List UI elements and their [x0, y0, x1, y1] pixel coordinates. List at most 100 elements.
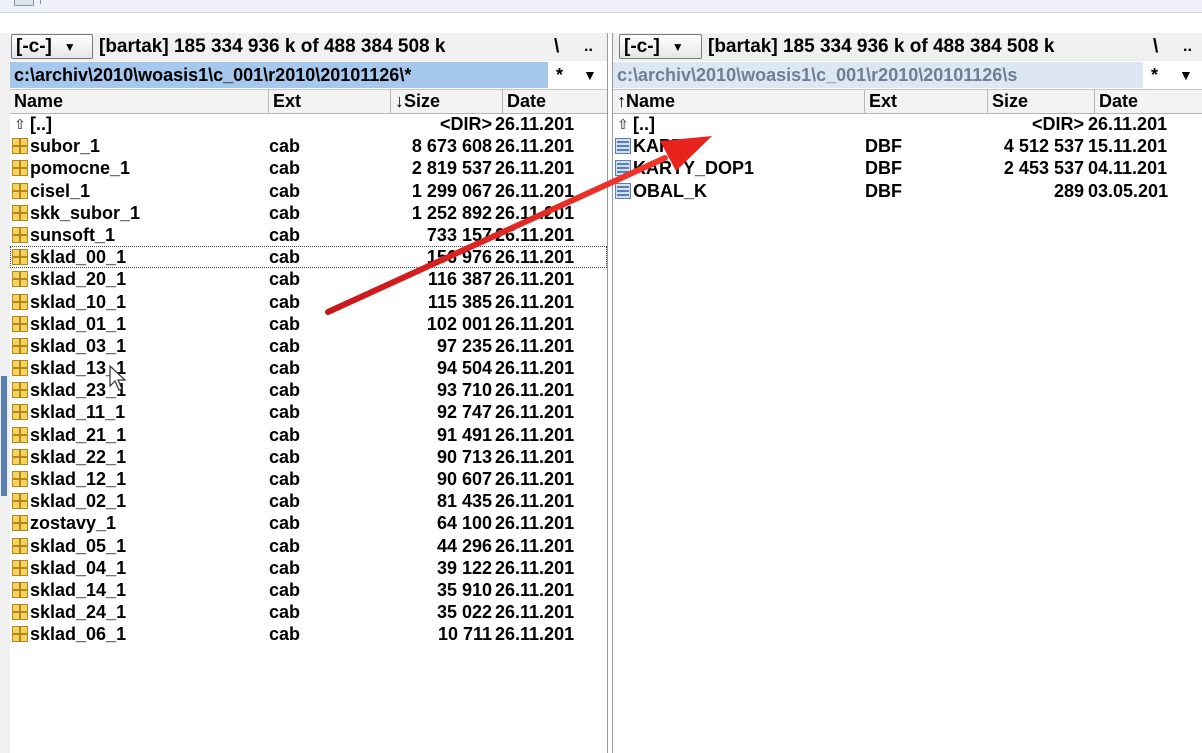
file-row[interactable]: sklad_11_1 cab 92 747 26.11.201 — [10, 401, 607, 423]
cab-file-icon — [12, 293, 28, 310]
file-row[interactable]: sklad_12_1 cab 90 607 26.11.201 — [10, 468, 607, 490]
file-size: 156 976 — [426, 247, 492, 268]
file-row[interactable]: sklad_03_1 cab 97 235 26.11.201 — [10, 335, 607, 357]
file-name-cell: zostavy_1 — [12, 512, 267, 534]
up-folder-icon: ⇧ — [617, 116, 629, 132]
file-date: 26.11.201 — [495, 469, 575, 489]
file-size: <DIR> — [439, 114, 492, 134]
file-row[interactable]: sklad_23_1 cab 93 710 26.11.201 — [10, 379, 607, 401]
file-name: sklad_06_1 — [30, 624, 127, 645]
file-row[interactable]: ⇧ [..] <DIR> 26.11.201 — [613, 113, 1202, 135]
file-row[interactable]: cisel_1 cab 1 299 067 26.11.201 — [10, 180, 607, 202]
file-ext — [865, 113, 985, 135]
right-filter-label[interactable]: * — [1151, 62, 1158, 88]
file-size: 97 235 — [436, 335, 492, 356]
file-row[interactable]: sklad_21_1 cab 91 491 26.11.201 — [10, 424, 607, 446]
file-name: sklad_05_1 — [30, 535, 127, 556]
file-name: sklad_10_1 — [30, 291, 127, 312]
file-row[interactable]: subor_1 cab 8 673 608 26.11.201 — [10, 135, 607, 157]
column-date[interactable]: Date — [1095, 90, 1202, 113]
file-row[interactable]: sunsoft_1 cab 733 157 26.11.201 — [10, 224, 607, 246]
file-name-cell: sklad_21_1 — [12, 424, 267, 446]
file-name-cell: sklad_05_1 — [12, 535, 267, 557]
toolbar-separator — [36, 0, 41, 4]
left-file-panel[interactable]: [-c-] ▼ [bartak] 185 334 936 k of 488 38… — [10, 33, 608, 753]
cab-file-icon — [12, 160, 28, 177]
file-row[interactable]: sklad_05_1 cab 44 296 26.11.201 — [10, 535, 607, 557]
cab-file-icon — [12, 271, 28, 288]
left-drive-selector[interactable]: [-c-] ▼ — [11, 34, 93, 59]
file-ext — [269, 113, 389, 135]
toolbar-icon[interactable] — [14, 0, 34, 6]
left-path[interactable]: c:\archiv\2010\woasis1\c_001\r2010\20101… — [10, 62, 548, 88]
file-date: 26.11.201 — [495, 513, 575, 534]
file-row[interactable]: KARTY DBF 4 512 537 15.11.201 — [613, 135, 1202, 157]
file-row[interactable]: zostavy_1 cab 64 100 26.11.201 — [10, 512, 607, 534]
chevron-down-icon[interactable]: ▼ — [583, 62, 597, 88]
file-ext: cab — [269, 446, 301, 467]
left-filter-label[interactable]: * — [556, 62, 563, 88]
file-row[interactable]: sklad_24_1 cab 35 022 26.11.201 — [10, 601, 607, 623]
file-name-cell: sklad_24_1 — [12, 601, 267, 623]
right-path-bar: c:\archiv\2010\woasis1\c_001\r2010\20101… — [613, 62, 1202, 88]
left-drive-bar: [-c-] ▼ [bartak] 185 334 936 k of 488 38… — [10, 33, 607, 61]
file-row[interactable]: sklad_06_1 cab 10 711 26.11.201 — [10, 623, 607, 645]
file-row[interactable]: sklad_02_1 cab 81 435 26.11.201 — [10, 490, 607, 512]
file-date: 26.11.201 — [1088, 114, 1168, 134]
file-name-cell: sklad_04_1 — [12, 557, 267, 579]
right-root-button[interactable]: \ — [1153, 33, 1158, 61]
right-free-space: [bartak] 185 334 936 k of 488 384 508 k — [708, 36, 1055, 57]
left-up-button[interactable]: .. — [584, 33, 593, 61]
right-drive-selector[interactable]: [-c-] ▼ — [619, 34, 702, 59]
column-size[interactable]: ↓Size — [391, 90, 503, 113]
file-size: 64 100 — [436, 513, 492, 534]
file-date: 26.11.201 — [495, 602, 575, 623]
file-row[interactable]: skk_subor_1 cab 1 252 892 26.11.201 — [10, 202, 607, 224]
file-row[interactable]: sklad_01_1 cab 102 001 26.11.201 — [10, 313, 607, 335]
right-path[interactable]: c:\archiv\2010\woasis1\c_001\r2010\20101… — [613, 62, 1143, 88]
file-ext: cab — [269, 469, 301, 489]
file-row[interactable]: sklad_04_1 cab 39 122 26.11.201 — [10, 557, 607, 579]
file-name-cell: pomocne_1 — [12, 157, 267, 179]
column-date[interactable]: Date — [503, 90, 607, 113]
file-date: 26.11.201 — [495, 402, 575, 423]
file-date: 26.11.201 — [495, 114, 575, 134]
cab-file-icon — [12, 337, 28, 354]
chevron-down-icon[interactable]: ▼ — [1179, 62, 1193, 88]
file-name-cell: ⇧ [..] — [12, 113, 267, 135]
column-name[interactable]: ↑Name — [613, 90, 865, 113]
window-left-edge — [0, 33, 10, 753]
left-drive-label: [-c-] — [16, 35, 52, 57]
file-ext: cab — [269, 224, 301, 245]
file-row[interactable]: sklad_14_1 cab 35 910 26.11.201 — [10, 579, 607, 601]
file-row[interactable]: OBAL_K DBF 289 03.05.201 — [613, 180, 1202, 202]
file-name: sklad_00_1 — [30, 247, 127, 268]
file-row[interactable]: sklad_10_1 cab 115 385 26.11.201 — [10, 291, 607, 313]
right-file-panel[interactable]: [-c-] ▼ [bartak] 185 334 936 k of 488 38… — [612, 33, 1202, 753]
file-row[interactable]: ⇧ [..] <DIR> 26.11.201 — [10, 113, 607, 135]
file-row[interactable]: pomocne_1 cab 2 819 537 26.11.201 — [10, 157, 607, 179]
file-date: 26.11.201 — [495, 158, 575, 179]
file-row[interactable]: KARTY_DOP1 DBF 2 453 537 04.11.201 — [613, 157, 1202, 179]
file-ext: DBF — [865, 158, 902, 179]
file-name: KARTY — [633, 136, 695, 157]
column-size[interactable]: Size — [988, 90, 1095, 113]
column-ext[interactable]: Ext — [269, 90, 391, 113]
file-row[interactable]: sklad_00_1 cab 156 976 26.11.201 — [10, 246, 607, 269]
cab-file-icon — [12, 626, 28, 643]
file-row[interactable]: sklad_13_1 cab 94 504 26.11.201 — [10, 357, 607, 379]
file-size: 10 711 — [437, 624, 492, 645]
left-root-button[interactable]: \ — [554, 33, 559, 61]
column-ext[interactable]: Ext — [865, 90, 988, 113]
file-row[interactable]: sklad_20_1 cab 116 387 26.11.201 — [10, 268, 607, 290]
cab-file-icon — [12, 382, 28, 399]
file-name-cell: sklad_13_1 — [12, 357, 267, 379]
column-name[interactable]: Name — [10, 90, 269, 113]
file-name: [..] — [633, 114, 655, 134]
file-name-cell: skk_subor_1 — [12, 202, 267, 224]
file-ext: cab — [269, 136, 301, 157]
file-size: <DIR> — [1031, 114, 1084, 134]
right-up-button[interactable]: .. — [1183, 33, 1192, 61]
file-row[interactable]: sklad_22_1 cab 90 713 26.11.201 — [10, 446, 607, 468]
file-ext: cab — [269, 424, 301, 445]
